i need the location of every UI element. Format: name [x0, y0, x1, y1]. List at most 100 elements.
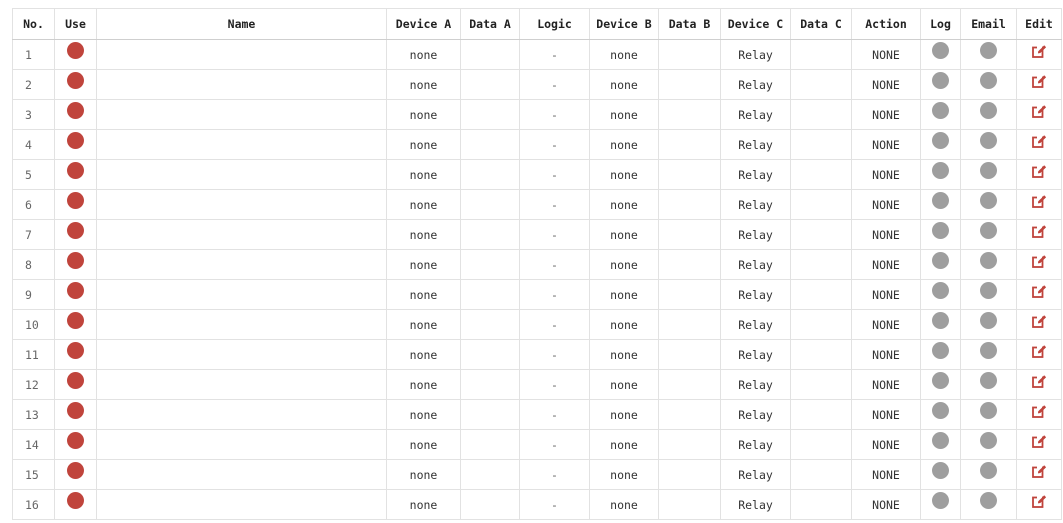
email-status-dot-icon[interactable] — [980, 222, 997, 239]
edit-icon[interactable] — [1031, 44, 1047, 58]
table-body: 1 none - none Relay NONE 2 none - none R… — [12, 39, 1062, 520]
email-status-dot-icon[interactable] — [980, 132, 997, 149]
log-status-dot-icon[interactable] — [932, 252, 949, 269]
email-status-dot-icon[interactable] — [980, 72, 997, 89]
logic-cell: - — [519, 189, 590, 220]
use-status-dot-icon[interactable] — [67, 132, 84, 149]
device-a-cell: none — [386, 399, 461, 430]
log-status-dot-icon[interactable] — [932, 222, 949, 239]
log-cell — [920, 39, 961, 70]
edit-icon[interactable] — [1031, 314, 1047, 328]
use-status-dot-icon[interactable] — [67, 42, 84, 59]
edit-icon[interactable] — [1031, 404, 1047, 418]
use-status-dot-icon[interactable] — [67, 282, 84, 299]
use-status-dot-icon[interactable] — [67, 72, 84, 89]
device-c-cell: Relay — [720, 129, 791, 160]
edit-icon[interactable] — [1031, 374, 1047, 388]
email-status-dot-icon[interactable] — [980, 42, 997, 59]
row-number: 14 — [12, 429, 55, 460]
logic-cell: - — [519, 39, 590, 70]
data-b-cell — [658, 459, 721, 490]
log-status-dot-icon[interactable] — [932, 462, 949, 479]
edit-icon[interactable] — [1031, 254, 1047, 268]
data-b-cell — [658, 189, 721, 220]
use-status-dot-icon[interactable] — [67, 192, 84, 209]
email-status-dot-icon[interactable] — [980, 102, 997, 119]
edit-icon[interactable] — [1031, 74, 1047, 88]
email-status-dot-icon[interactable] — [980, 432, 997, 449]
email-status-dot-icon[interactable] — [980, 312, 997, 329]
name-cell — [96, 129, 387, 160]
data-a-cell — [460, 39, 520, 70]
log-status-dot-icon[interactable] — [932, 42, 949, 59]
edit-icon[interactable] — [1031, 284, 1047, 298]
edit-icon-glyph — [1031, 75, 1046, 88]
log-status-dot-icon[interactable] — [932, 372, 949, 389]
device-b-cell: none — [589, 219, 659, 250]
use-cell — [54, 249, 97, 280]
use-status-dot-icon[interactable] — [67, 432, 84, 449]
log-status-dot-icon[interactable] — [932, 312, 949, 329]
name-cell — [96, 489, 387, 520]
use-status-dot-icon[interactable] — [67, 312, 84, 329]
use-status-dot-icon[interactable] — [67, 492, 84, 509]
logic-cell: - — [519, 129, 590, 160]
use-status-dot-icon[interactable] — [67, 342, 84, 359]
edit-icon[interactable] — [1031, 344, 1047, 358]
use-status-dot-icon[interactable] — [67, 372, 84, 389]
device-b-cell: none — [589, 339, 659, 370]
edit-icon[interactable] — [1031, 224, 1047, 238]
use-cell — [54, 339, 97, 370]
device-a-cell: none — [386, 39, 461, 70]
email-status-dot-icon[interactable] — [980, 372, 997, 389]
email-status-dot-icon[interactable] — [980, 402, 997, 419]
device-a-cell: none — [386, 309, 461, 340]
email-status-dot-icon[interactable] — [980, 492, 997, 509]
header-no: No. — [12, 8, 55, 40]
logic-cell: - — [519, 399, 590, 430]
device-b-cell: none — [589, 399, 659, 430]
email-cell — [960, 279, 1017, 310]
header-data-c: Data C — [790, 8, 852, 40]
email-status-dot-icon[interactable] — [980, 192, 997, 209]
use-status-dot-icon[interactable] — [67, 102, 84, 119]
email-status-dot-icon[interactable] — [980, 342, 997, 359]
device-b-cell: none — [589, 69, 659, 100]
edit-icon[interactable] — [1031, 194, 1047, 208]
use-status-dot-icon[interactable] — [67, 162, 84, 179]
log-status-dot-icon[interactable] — [932, 402, 949, 419]
header-logic: Logic — [519, 8, 590, 40]
action-cell: NONE — [851, 219, 921, 250]
name-cell — [96, 369, 387, 400]
use-status-dot-icon[interactable] — [67, 252, 84, 269]
email-status-dot-icon[interactable] — [980, 282, 997, 299]
log-status-dot-icon[interactable] — [932, 492, 949, 509]
edit-icon[interactable] — [1031, 494, 1047, 508]
log-status-dot-icon[interactable] — [932, 342, 949, 359]
email-status-dot-icon[interactable] — [980, 252, 997, 269]
data-a-cell — [460, 369, 520, 400]
log-status-dot-icon[interactable] — [932, 132, 949, 149]
use-status-dot-icon[interactable] — [67, 402, 84, 419]
log-status-dot-icon[interactable] — [932, 432, 949, 449]
logic-cell: - — [519, 159, 590, 190]
log-status-dot-icon[interactable] — [932, 282, 949, 299]
email-status-dot-icon[interactable] — [980, 462, 997, 479]
edit-icon-glyph — [1031, 495, 1046, 508]
logic-cell: - — [519, 249, 590, 280]
log-status-dot-icon[interactable] — [932, 162, 949, 179]
device-a-cell: none — [386, 159, 461, 190]
log-status-dot-icon[interactable] — [932, 102, 949, 119]
edit-icon[interactable] — [1031, 134, 1047, 148]
use-status-dot-icon[interactable] — [67, 222, 84, 239]
log-status-dot-icon[interactable] — [932, 72, 949, 89]
edit-icon[interactable] — [1031, 464, 1047, 478]
use-cell — [54, 429, 97, 460]
email-status-dot-icon[interactable] — [980, 162, 997, 179]
device-c-cell: Relay — [720, 69, 791, 100]
use-status-dot-icon[interactable] — [67, 462, 84, 479]
log-status-dot-icon[interactable] — [932, 192, 949, 209]
edit-icon[interactable] — [1031, 434, 1047, 448]
edit-icon[interactable] — [1031, 104, 1047, 118]
edit-icon[interactable] — [1031, 164, 1047, 178]
